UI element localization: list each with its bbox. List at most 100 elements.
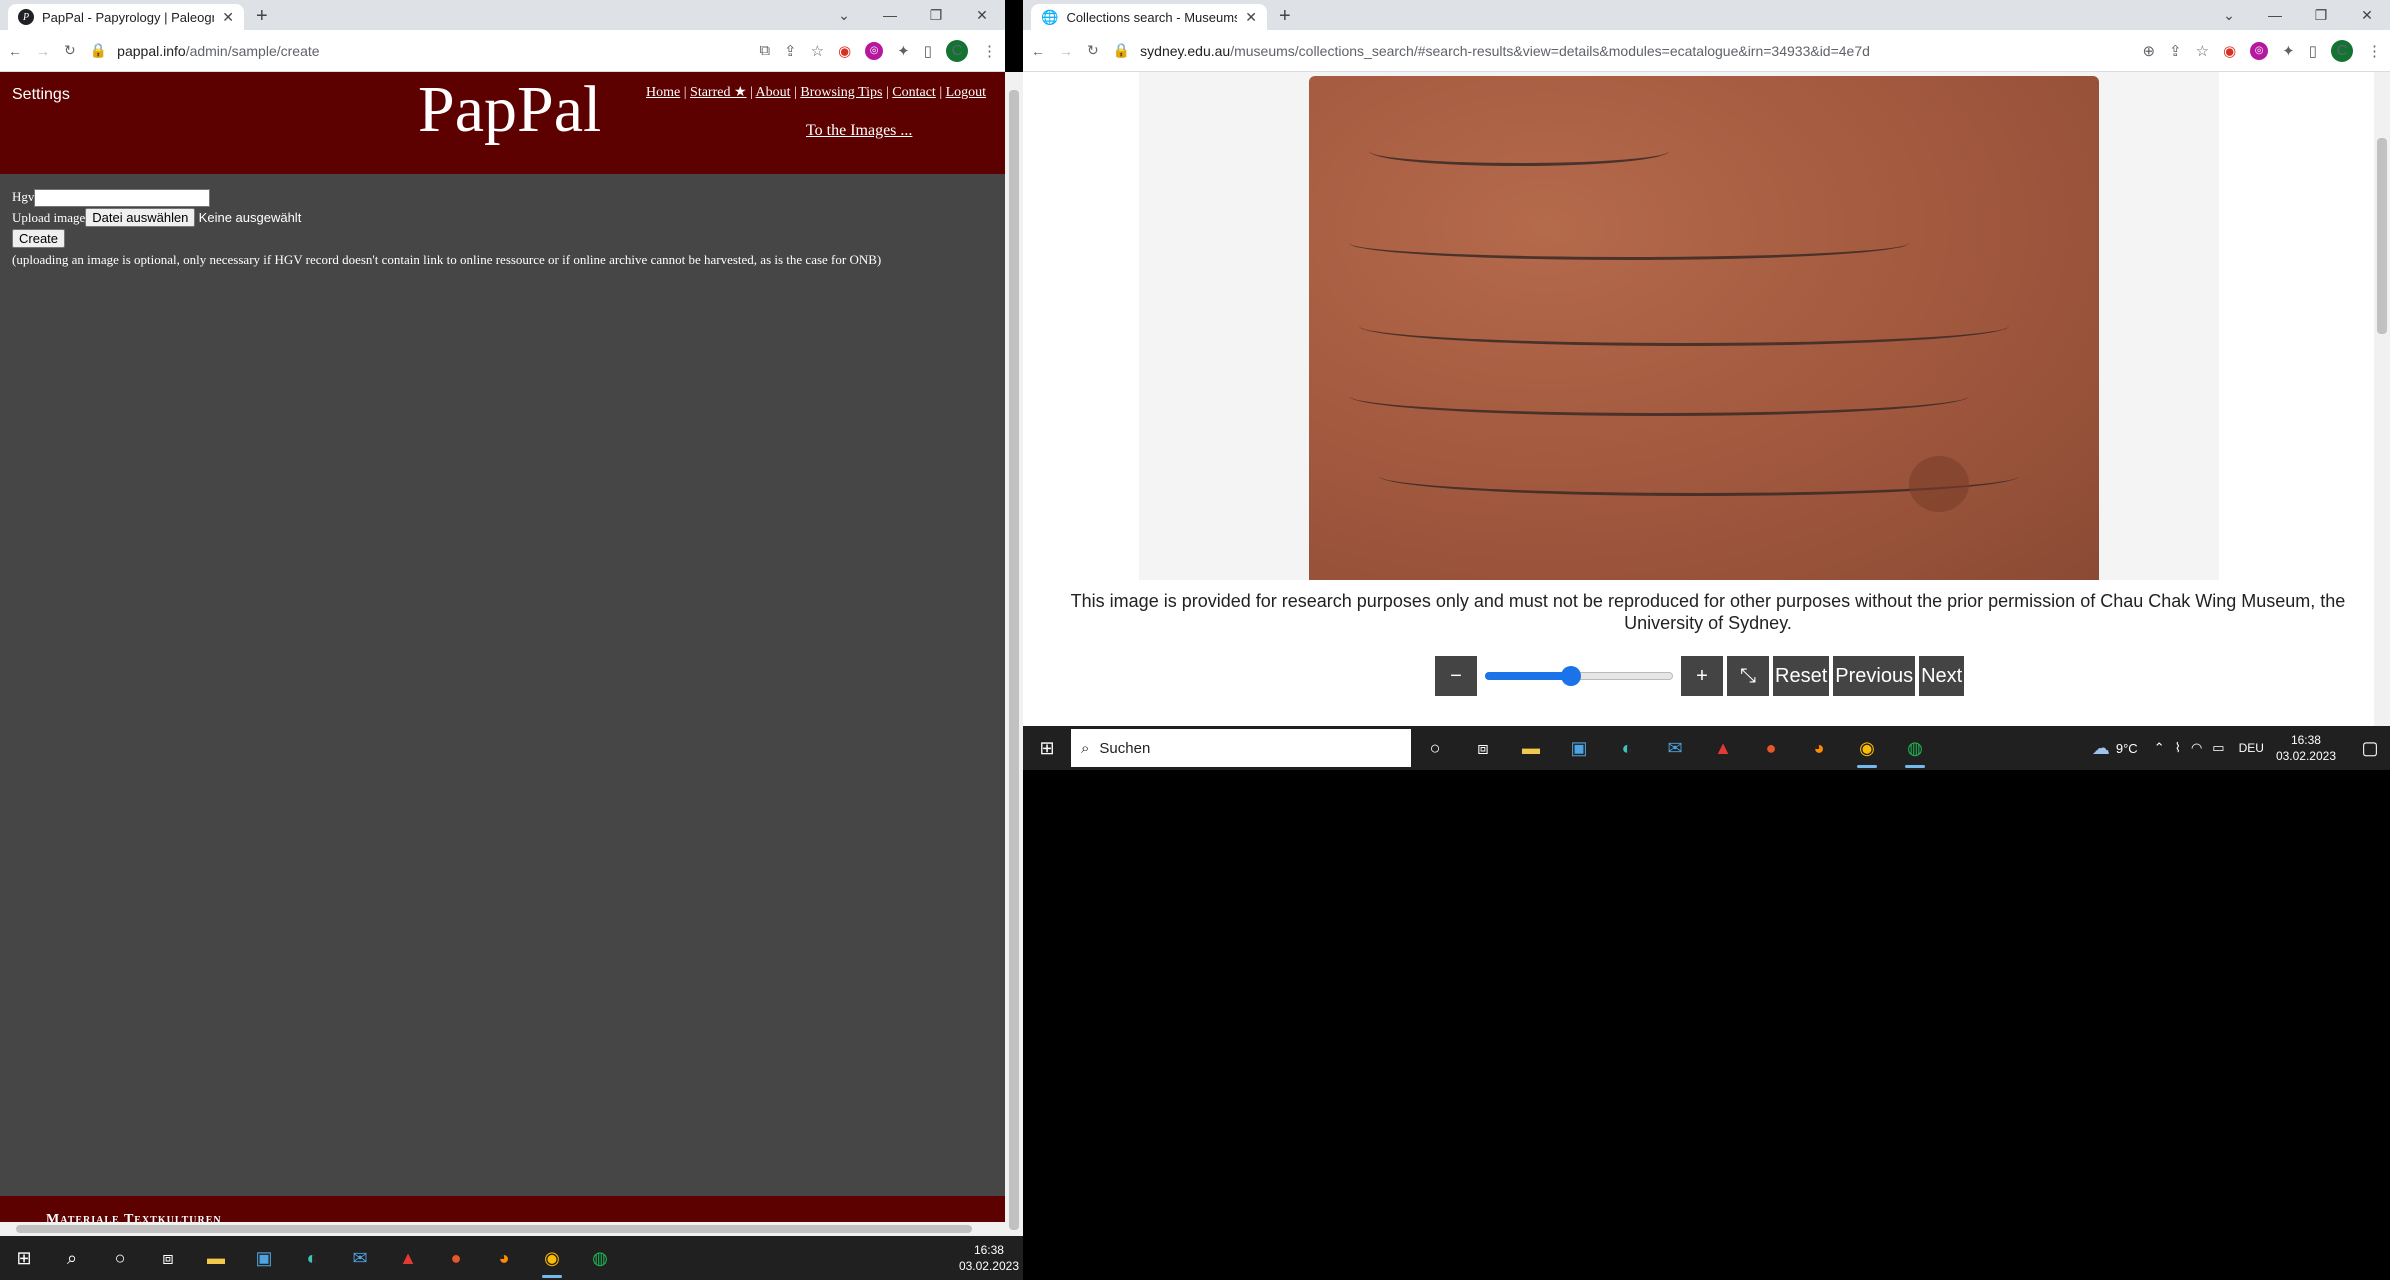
nav-logout[interactable]: Logout — [946, 85, 986, 100]
new-tab-plus-icon[interactable]: + — [256, 5, 268, 28]
scroll-thumb[interactable] — [16, 1225, 972, 1233]
left-horizontal-scrollbar[interactable] — [0, 1222, 1005, 1236]
new-tab-plus-icon[interactable]: + — [1279, 5, 1291, 28]
left-vertical-scrollbar[interactable] — [1005, 72, 1023, 1236]
task-view-icon[interactable]: ⧈ — [144, 1236, 192, 1280]
menu-kebab-icon[interactable]: ⋮ — [2367, 42, 2382, 60]
weather-temp[interactable]: 9°C — [2116, 741, 2138, 756]
taskbar-search[interactable]: ⌕ Suchen — [1071, 729, 1411, 767]
file-explorer-icon[interactable]: ▬ — [1507, 726, 1555, 770]
weather-cloud-icon[interactable]: ☁ — [2086, 726, 2116, 770]
search-icon[interactable]: ⌕ — [48, 1236, 96, 1280]
extension-pink-icon[interactable]: ◎ — [2250, 41, 2269, 60]
menu-kebab-icon[interactable]: ⋮ — [982, 42, 997, 60]
tab-collections-search[interactable]: 🌐 Collections search - Museums - The ✕ — [1031, 4, 1267, 30]
battery-icon[interactable]: ▭ — [2212, 740, 2224, 756]
zoom-magnifier-icon[interactable]: ⊕ — [2142, 42, 2155, 60]
reload-icon[interactable]: ↻ — [64, 42, 76, 59]
tab-search-chevron-icon[interactable]: ⌄ — [821, 0, 867, 30]
hgv-input[interactable] — [34, 189, 211, 208]
tab-pappal[interactable]: P PapPal - Papyrology | Paleography ✕ — [8, 4, 244, 30]
to-the-images-link[interactable]: To the Images ... — [806, 122, 912, 140]
extension-pink-icon[interactable]: ◎ — [865, 41, 884, 60]
nav-home[interactable]: Home — [646, 85, 680, 100]
create-button[interactable]: Create — [12, 229, 66, 249]
scroll-thumb[interactable] — [1009, 90, 1019, 1230]
address-bar[interactable]: 🔒 sydney.edu.au/museums/collections_sear… — [1113, 42, 2129, 59]
firefox-icon[interactable]: ◕ — [480, 1236, 528, 1280]
translate-icon[interactable]: ⧉ — [759, 42, 770, 59]
task-view-icon[interactable]: ⧈ — [1459, 726, 1507, 770]
cortana-icon[interactable]: ○ — [1411, 726, 1459, 770]
mail-icon[interactable]: ✉ — [336, 1236, 384, 1280]
windows-start-icon[interactable]: ⊞ — [1023, 726, 1071, 770]
extensions-puzzle-icon[interactable]: ✦ — [897, 42, 910, 60]
bookmark-star-icon[interactable]: ☆ — [2196, 42, 2209, 60]
tab-search-chevron-icon[interactable]: ⌄ — [2206, 0, 2252, 30]
taskbar-clock[interactable]: 16:38 03.02.2023 — [959, 1242, 1019, 1274]
right-vertical-scrollbar[interactable] — [2374, 72, 2390, 728]
spotify-icon[interactable]: ◍ — [576, 1236, 624, 1280]
fullscreen-icon[interactable]: ⤡ — [1727, 656, 1769, 696]
slider-knob[interactable] — [1560, 666, 1581, 686]
choose-file-button[interactable]: Datei auswählen — [85, 208, 196, 228]
forward-arrow-icon[interactable]: → — [36, 43, 50, 59]
acrobat-icon[interactable]: ▲ — [384, 1236, 432, 1280]
edge-icon[interactable]: ◐ — [1603, 726, 1651, 770]
previous-button[interactable]: Previous — [1833, 656, 1916, 696]
chrome-icon[interactable]: ◉ — [1843, 726, 1891, 770]
reload-icon[interactable]: ↻ — [1087, 42, 1099, 59]
nav-about[interactable]: About — [756, 85, 791, 100]
powerpoint-icon[interactable]: ● — [432, 1236, 480, 1280]
address-bar[interactable]: 🔒 pappal.info/admin/sample/create — [90, 42, 746, 59]
windows-start-icon[interactable]: ⊞ — [0, 1236, 48, 1280]
share-icon[interactable]: ⇪ — [2169, 42, 2182, 60]
tray-chevron-icon[interactable]: ⌃ — [2154, 740, 2165, 756]
forward-arrow-icon[interactable]: → — [1059, 43, 1073, 59]
edge-icon[interactable]: ◐ — [288, 1236, 336, 1280]
chrome-icon[interactable]: ◉ — [528, 1236, 576, 1280]
extensions-puzzle-icon[interactable]: ✦ — [2282, 42, 2295, 60]
tab-close-icon[interactable]: ✕ — [1245, 9, 1257, 26]
reset-button[interactable]: Reset — [1773, 656, 1830, 696]
back-arrow-icon[interactable]: ← — [1031, 43, 1045, 59]
file-explorer-icon[interactable]: ▬ — [192, 1236, 240, 1280]
back-arrow-icon[interactable]: ← — [8, 43, 22, 59]
bookmark-star-icon[interactable]: ☆ — [811, 42, 824, 60]
firefox-icon[interactable]: ◕ — [1795, 726, 1843, 770]
spotify-icon[interactable]: ◍ — [1891, 726, 1939, 770]
profile-avatar[interactable]: C — [946, 39, 968, 62]
zoom-slider[interactable] — [1485, 656, 1673, 696]
close-window-icon[interactable]: ✕ — [959, 0, 1005, 30]
language-indicator[interactable]: DEU — [2239, 741, 2264, 755]
scroll-thumb[interactable] — [2377, 138, 2387, 334]
acrobat-icon[interactable]: ▲ — [1699, 726, 1747, 770]
cortana-icon[interactable]: ○ — [96, 1236, 144, 1280]
pappal-logo[interactable]: PapPal — [418, 72, 601, 148]
notification-icon[interactable]: ▢ — [2350, 726, 2390, 770]
profile-avatar[interactable]: C — [2331, 39, 2353, 62]
ostracon-image-viewer[interactable] — [1139, 72, 2219, 580]
extension-red-icon[interactable]: ◉ — [838, 42, 851, 60]
minimize-icon[interactable]: — — [2252, 0, 2298, 30]
network-icon[interactable]: ⌇ — [2175, 740, 2181, 756]
taskbar-clock[interactable]: 16:38 03.02.2023 — [2276, 732, 2336, 764]
share-icon[interactable]: ⇪ — [784, 42, 797, 60]
settings-link[interactable]: Settings — [12, 86, 70, 104]
restore-icon[interactable]: ❐ — [2298, 0, 2344, 30]
close-window-icon[interactable]: ✕ — [2344, 0, 2390, 30]
wifi-icon[interactable]: ◠ — [2191, 740, 2202, 756]
zoom-out-button[interactable]: − — [1435, 656, 1477, 696]
restore-icon[interactable]: ❐ — [913, 0, 959, 30]
zoom-in-button[interactable]: + — [1681, 656, 1723, 696]
minimize-icon[interactable]: — — [867, 0, 913, 30]
nav-contact[interactable]: Contact — [892, 85, 936, 100]
next-button[interactable]: Next — [1919, 656, 1965, 696]
store-icon[interactable]: ▣ — [240, 1236, 288, 1280]
powerpoint-icon[interactable]: ● — [1747, 726, 1795, 770]
mail-icon[interactable]: ✉ — [1651, 726, 1699, 770]
nav-browsing-tips[interactable]: Browsing Tips — [800, 85, 882, 100]
tab-close-icon[interactable]: ✕ — [222, 9, 234, 26]
side-panel-icon[interactable]: ▯ — [2309, 42, 2317, 60]
side-panel-icon[interactable]: ▯ — [924, 42, 932, 60]
